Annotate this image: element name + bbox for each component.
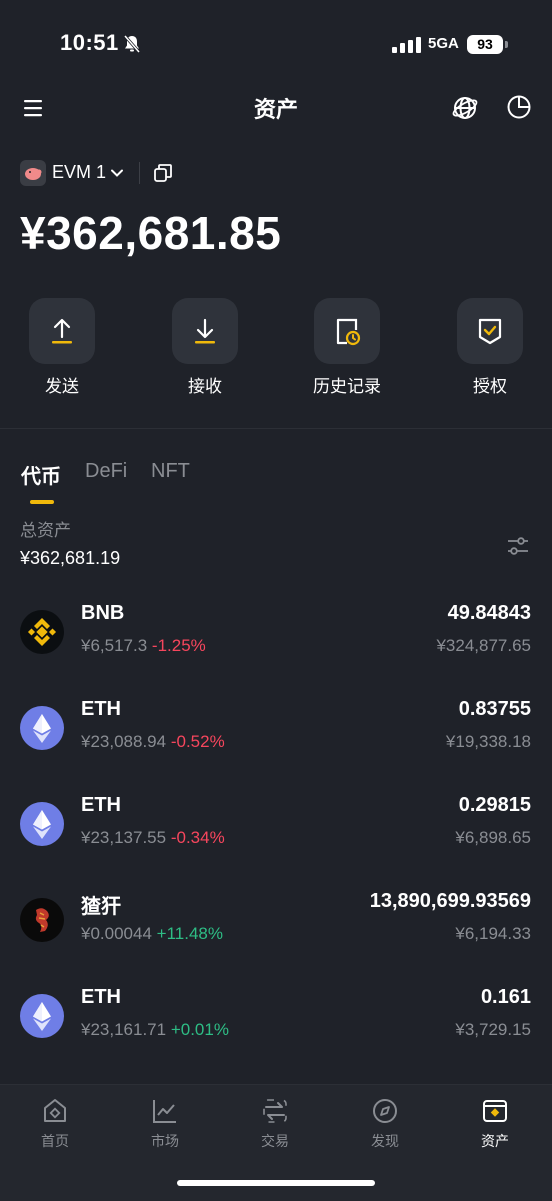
asset-row-token[interactable]: 猹犴 ¥0.00044 +11.48% 13,890,699.93569 ¥6,… [0,888,552,984]
asset-name: BNB [81,602,125,624]
asset-amount: 0.161 [480,986,531,1008]
receive-button[interactable] [172,298,238,364]
nav-trade[interactable]: 交易 [220,1097,330,1151]
nav-home[interactable]: 首页 [0,1097,110,1151]
asset-amount: 0.83755 [458,698,531,720]
signal-icon [392,37,421,53]
network-label: 5GA [428,35,459,52]
asset-row-eth[interactable]: ETH ¥23,088.94 -0.52% 0.83755 ¥19,338.18 [0,696,552,792]
asset-price: ¥23,161.71 +0.01% [81,1020,229,1039]
asset-value: ¥3,729.15 [455,1020,531,1039]
send-icon [52,318,72,344]
nav-trade-label: 交易 [261,1133,289,1149]
asset-row-eth[interactable]: ETH ¥23,137.55 -0.34% 0.29815 ¥6,898.65 [0,792,552,888]
total-assets-value: ¥362,681.19 [20,548,121,568]
asset-value: ¥6,194.33 [455,924,531,943]
history-label: 历史记录 [313,377,381,396]
nav-market[interactable]: 市场 [110,1097,220,1151]
eth-icon [20,802,64,846]
asset-change: +11.48% [156,924,223,943]
chevron-down-icon[interactable] [110,166,124,180]
nav-home-label: 首页 [41,1133,69,1149]
asset-change: -0.34% [170,828,225,847]
market-icon [153,1100,176,1123]
history-icon [336,318,361,346]
asset-change: -0.52% [170,732,225,751]
nav-discover-label: 发现 [371,1133,399,1149]
asset-price: ¥23,137.55 -0.34% [81,828,225,847]
asset-name: ETH [81,698,121,720]
asset-price: ¥6,517.3 -1.25% [81,636,206,655]
authorize-button[interactable] [457,298,523,364]
filter-icon[interactable] [506,534,530,558]
divider [139,162,140,184]
asset-price: ¥23,088.94 -0.52% [81,732,225,751]
send-label: 发送 [45,377,79,396]
asset-row-bnb[interactable]: BNB ¥6,517.3 -1.25% 49.84843 ¥324,877.65 [0,600,552,696]
nav-assets[interactable]: 资产 [440,1097,550,1151]
asset-name: ETH [81,794,121,816]
receive-icon [195,318,215,344]
battery-indicator: 93 [467,35,503,54]
trade-icon [263,1099,287,1123]
assets-icon [483,1100,507,1122]
home-icon [44,1099,66,1122]
bnb-icon [20,610,64,654]
asset-amount: 13,890,699.93569 [369,890,531,912]
asset-name: ETH [81,986,121,1008]
asset-amount: 0.29815 [458,794,531,816]
nav-market-label: 市场 [151,1133,179,1149]
asset-value: ¥19,338.18 [445,732,531,751]
discover-icon [373,1099,397,1123]
section-divider [0,428,552,429]
asset-row-eth[interactable]: ETH ¥23,161.71 +0.01% 0.161 ¥3,729.15 [0,984,552,1080]
bell-muted-icon [123,35,141,53]
asset-price: ¥0.00044 +11.48% [81,924,223,943]
pie-chart-icon[interactable] [506,94,532,120]
wallet-avatar[interactable] [20,160,46,186]
asset-value: ¥324,877.65 [436,636,531,655]
total-assets-label: 总资产 [20,521,71,540]
wallet-name[interactable]: EVM 1 [52,162,106,183]
nav-assets-label: 资产 [481,1133,509,1149]
copy-icon[interactable] [153,163,173,183]
history-button[interactable] [314,298,380,364]
tab-active-indicator [30,500,54,504]
tab-defi[interactable]: DeFi [85,460,127,483]
battery-tip [505,41,508,48]
authorize-icon [478,318,502,345]
authorize-label: 授权 [473,377,507,396]
tab-nft[interactable]: NFT [151,460,190,483]
status-time: 10:51 [60,30,119,55]
pig-icon [25,168,42,180]
receive-label: 接收 [188,377,222,396]
wallet-balance: ¥362,681.85 [20,207,282,259]
nav-discover[interactable]: 发现 [330,1097,440,1151]
asset-value: ¥6,898.65 [455,828,531,847]
send-button[interactable] [29,298,95,364]
asset-amount: 49.84843 [447,602,531,624]
asset-name: 猹犴 [81,896,121,918]
token-icon [20,898,64,942]
home-indicator [177,1180,375,1186]
asset-change: +0.01% [170,1020,229,1039]
globe-icon[interactable] [451,94,479,122]
eth-icon [20,706,64,750]
asset-change: -1.25% [151,636,206,655]
tab-tokens[interactable]: 代币 [21,460,61,489]
eth-icon [20,994,64,1038]
